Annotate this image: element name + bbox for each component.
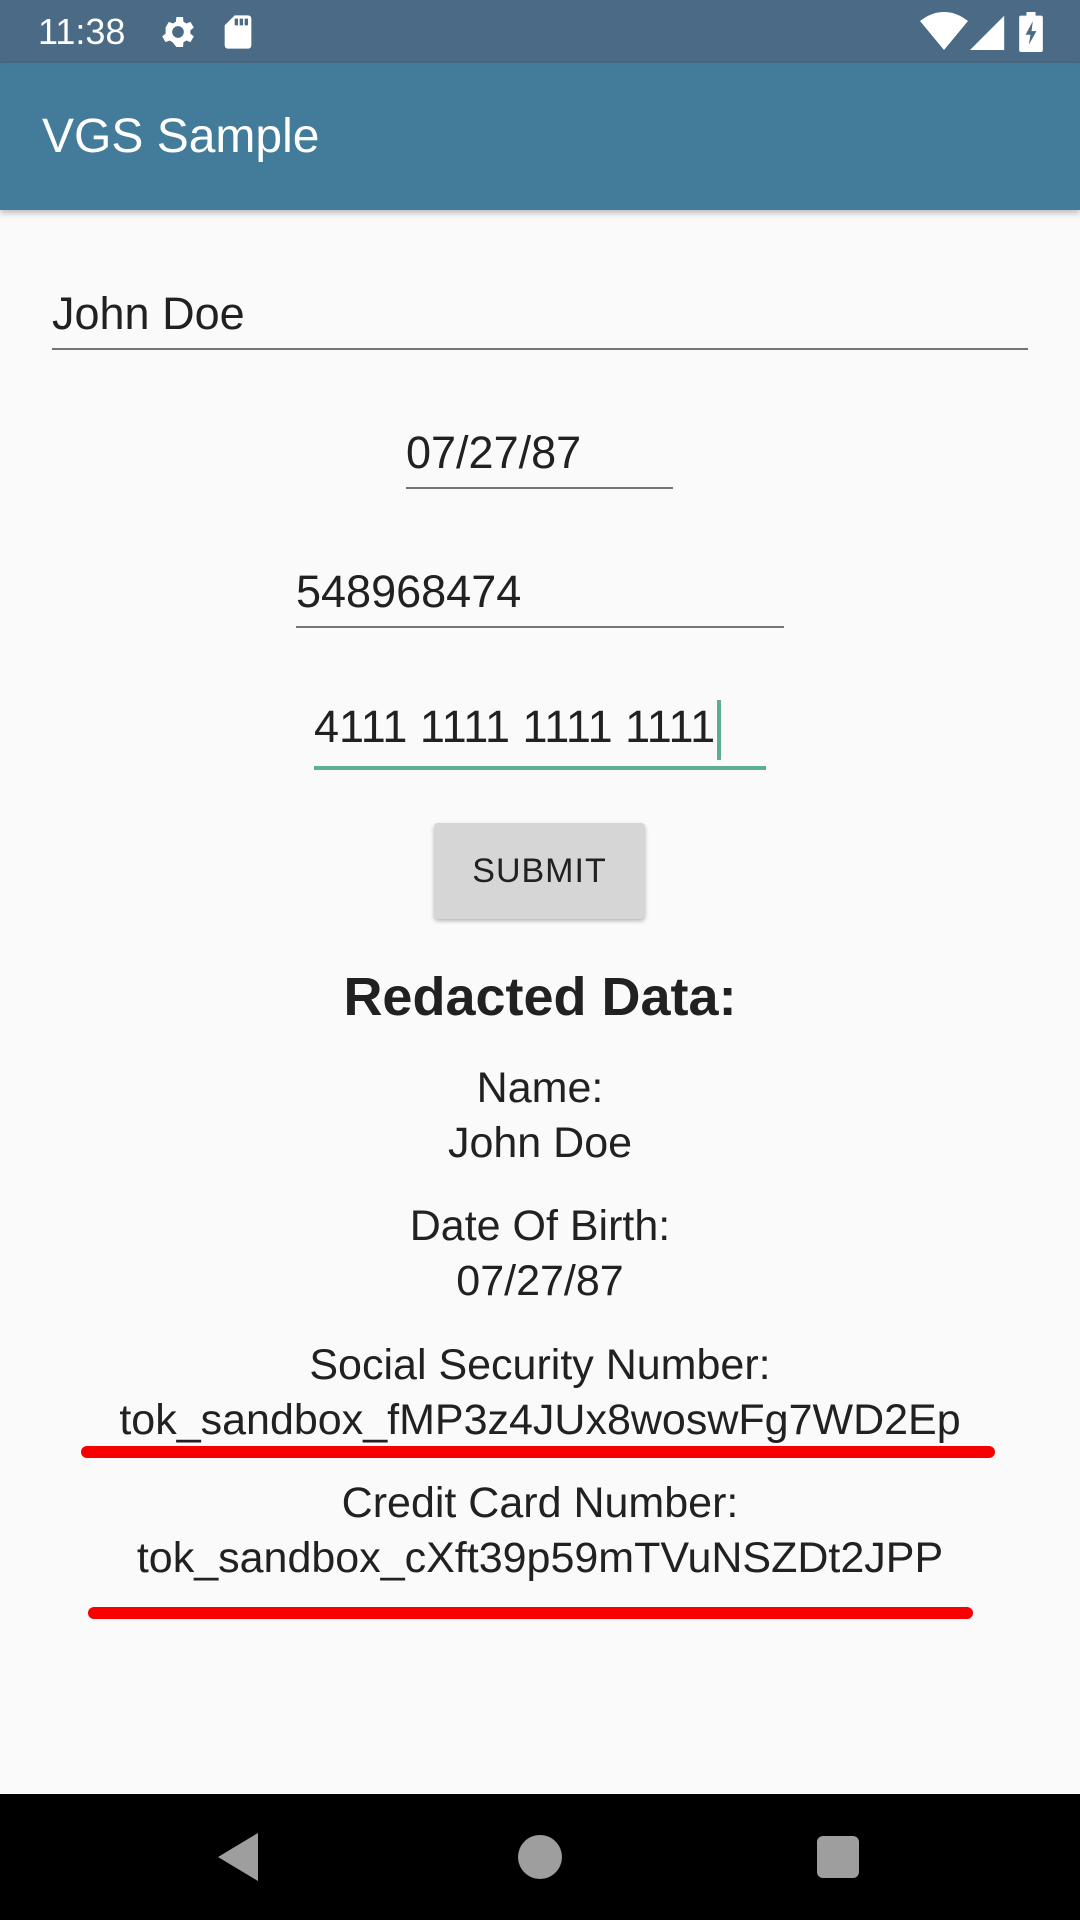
redacted-heading: Redacted Data:: [343, 967, 737, 1027]
back-icon[interactable]: [205, 1824, 271, 1890]
card-number-input[interactable]: 4111 1111 1111 1111: [314, 694, 766, 770]
redacted-card-label: Credit Card Number:: [341, 1479, 739, 1527]
app-title: VGS Sample: [42, 110, 320, 163]
name-input-value: John Doe: [52, 288, 245, 339]
navigation-bar: [0, 1794, 1080, 1920]
ssn-red-underline: [81, 1446, 995, 1458]
redacted-name-label: Name:: [476, 1064, 604, 1112]
battery-icon: [1018, 12, 1044, 52]
card-red-underline: [88, 1607, 973, 1619]
dob-input-value: 07/27/87: [406, 427, 582, 478]
recents-icon[interactable]: [805, 1824, 871, 1890]
card-number-input-value: 4111 1111 1111 1111: [314, 700, 722, 760]
gear-icon: [158, 12, 198, 52]
status-bar: 11:38: [0, 0, 1080, 63]
text-caret: [717, 700, 722, 760]
ssn-input-value: 548968474: [296, 566, 522, 617]
redacted-dob-label: Date Of Birth:: [409, 1202, 671, 1250]
redacted-card-token: tok_sandbox_cXft39p59mTVuNSZDt2JPP: [136, 1534, 944, 1582]
name-input[interactable]: John Doe: [52, 278, 1028, 350]
dob-input[interactable]: 07/27/87: [406, 417, 673, 489]
redacted-name-value: John Doe: [447, 1119, 633, 1167]
redacted-dob-value: 07/27/87: [456, 1257, 624, 1305]
app-bar: VGS Sample: [0, 63, 1080, 210]
ssn-input[interactable]: 548968474: [296, 556, 784, 628]
card-number-text: 4111 1111 1111 1111: [314, 700, 716, 752]
status-time: 11:38: [38, 11, 126, 52]
home-icon[interactable]: [507, 1824, 573, 1890]
screen: 11:38 VGS Sample John Doe 07/27/87 54896…: [0, 0, 1080, 1920]
redacted-ssn-label: Social Security Number:: [309, 1341, 771, 1389]
signal-icon: [970, 12, 1010, 52]
sd-card-icon: [218, 12, 258, 52]
wifi-icon: [920, 12, 968, 52]
redacted-ssn-token: tok_sandbox_fMP3z4JUx8woswFg7WD2Ep: [119, 1396, 961, 1444]
submit-button[interactable]: SUBMIT: [434, 823, 645, 919]
